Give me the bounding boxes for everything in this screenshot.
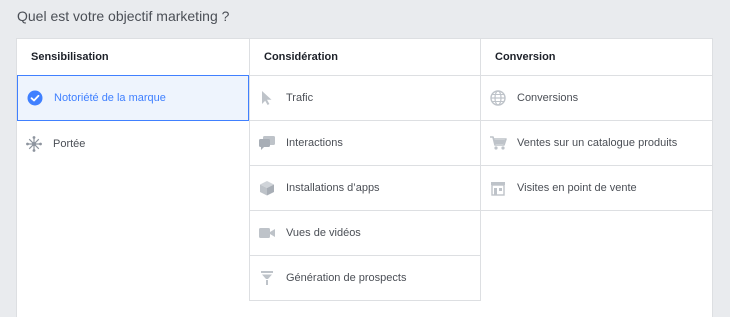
column-consideration: Considération Trafic Interactions Instal… [249,39,481,317]
objective-label: Portée [53,137,86,150]
objective-label: Trafic [286,92,314,104]
objective-question: Quel est votre objectif marketing ? [17,8,230,24]
column-awareness: Sensibilisation Notoriété de la marque P… [17,39,249,317]
objective-brand-awareness[interactable]: Notoriété de la marque [17,75,249,121]
column-header-consideration: Considération [249,39,481,76]
shopping-cart-icon [489,134,507,152]
objective-label: Notoriété de la marque [54,92,166,104]
objective-label: Installations d’apps [286,182,380,194]
cube-icon [258,179,276,197]
chat-bubbles-icon [258,134,276,152]
funnel-icon [258,269,276,287]
objective-lead-generation[interactable]: Génération de prospects [249,256,481,301]
objective-label: Génération de prospects [286,272,407,284]
objective-engagement[interactable]: Interactions [249,121,481,166]
objective-catalog-sales[interactable]: Ventes sur un catalogue produits [481,121,712,166]
column-header-awareness: Sensibilisation [17,39,249,76]
check-circle-icon [26,89,44,107]
objective-app-installs[interactable]: Installations d’apps [249,166,481,211]
column-conversion: Conversion Conversions Ventes sur un cat… [481,39,712,317]
objective-conversions[interactable]: Conversions [481,76,712,121]
globe-icon [489,89,507,107]
column-header-conversion: Conversion [481,39,712,76]
store-icon [489,179,507,197]
cursor-icon [258,89,276,107]
objective-video-views[interactable]: Vues de vidéos [249,211,481,256]
objective-label: Interactions [286,137,343,149]
objective-label: Ventes sur un catalogue produits [517,137,678,149]
objective-label: Visites en point de vente [517,182,637,194]
objective-reach[interactable]: Portée [17,121,249,166]
video-camera-icon [258,224,276,242]
reach-icon [25,135,43,153]
objective-traffic[interactable]: Trafic [249,76,481,121]
objective-store-visits[interactable]: Visites en point de vente [481,166,712,211]
objective-panel: Sensibilisation Notoriété de la marque P… [16,38,713,317]
objective-label: Vues de vidéos [286,227,361,239]
objective-label: Conversions [517,92,579,104]
